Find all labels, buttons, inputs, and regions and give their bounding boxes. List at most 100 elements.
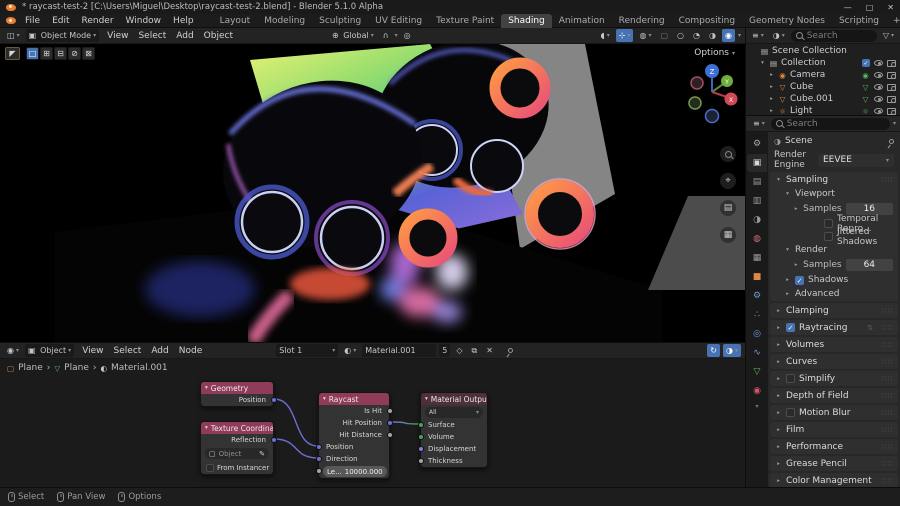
output-socket[interactable] <box>387 408 393 414</box>
visibility-eye-icon[interactable] <box>874 108 883 114</box>
panel-grip-icon[interactable]: ∷∷ <box>882 443 893 451</box>
panel-grip-icon[interactable]: ∷∷ <box>882 460 893 468</box>
node-row-all[interactable]: All▾ <box>421 405 487 419</box>
chevron-down-icon[interactable]: ▾ <box>759 60 766 66</box>
properties-tab-material[interactable]: ◉ <box>747 382 767 400</box>
tab-shading[interactable]: Shading <box>501 14 552 28</box>
viewport-menu-view[interactable]: View <box>102 31 133 41</box>
chevron-right-icon[interactable]: ▸ <box>768 108 775 114</box>
checkbox[interactable]: ✓ <box>795 276 804 285</box>
preview-shading-dropdown[interactable]: ◑▾ <box>723 344 741 357</box>
render-visibility-icon[interactable] <box>887 108 896 115</box>
tab-rendering[interactable]: Rendering <box>612 14 672 28</box>
eyedropper-icon[interactable]: ✎ <box>259 450 265 458</box>
chevron-right-icon[interactable]: ▸ <box>775 325 782 331</box>
chevron-right-icon[interactable]: ▸ <box>793 206 799 212</box>
tab-animation[interactable]: Animation <box>552 14 612 28</box>
filter-type-dropdown[interactable]: ◑▾ <box>770 29 788 42</box>
shading-dropdown[interactable]: ▾ <box>738 32 741 39</box>
outliner-item-scene-collection[interactable]: ▤Scene Collection <box>746 45 900 57</box>
chevron-down-icon[interactable]: ▾ <box>205 425 208 431</box>
proportional-edit-button[interactable]: ◎ <box>401 29 414 42</box>
property-film[interactable]: ▸Film∷∷ <box>770 422 898 437</box>
shading-material-button[interactable]: ◑ <box>706 29 719 42</box>
properties-options-dropdown[interactable]: ▾ <box>893 120 896 127</box>
chevron-right-icon[interactable]: ▸ <box>775 376 782 382</box>
material-name-field[interactable]: Material.001 <box>362 344 436 357</box>
input-socket[interactable] <box>418 434 424 440</box>
output-socket[interactable] <box>387 432 393 438</box>
navigation-gizmo[interactable]: Z Y X <box>685 60 739 132</box>
visibility-dropdown[interactable]: ◖▾ <box>598 29 613 42</box>
snap-magnet-button[interactable]: ∩ <box>380 29 392 42</box>
blender-menu-icon[interactable] <box>6 17 16 24</box>
chevron-right-icon[interactable]: ▸ <box>775 342 782 348</box>
options-dropdown[interactable]: Options▾ <box>694 48 735 58</box>
overlays-dropdown[interactable]: ◍▾ <box>636 29 654 42</box>
node-header[interactable]: ▾Geometry <box>201 382 273 394</box>
panel-grip-icon[interactable]: ∷∷ <box>882 375 893 383</box>
panel-grip-icon[interactable]: ∷∷ <box>882 176 893 184</box>
chevron-right-icon[interactable]: ▸ <box>768 96 775 102</box>
node-material-output[interactable]: ▾Material OutputAll▾SurfaceVolumeDisplac… <box>420 392 488 468</box>
outliner-item-collection[interactable]: ▾▤Collection✓ <box>746 57 900 69</box>
close-button[interactable]: ✕ <box>887 3 894 12</box>
select-mode-extend-button[interactable]: ⊞ <box>40 47 53 60</box>
node-texture-coordinate[interactable]: ▾Texture CoordinateReflection▢Object✎Fro… <box>200 421 274 475</box>
add-workspace-button[interactable]: + <box>886 14 900 28</box>
viewport-render[interactable] <box>0 44 745 342</box>
menu-help[interactable]: Help <box>168 16 199 26</box>
menu-render[interactable]: Render <box>77 16 119 26</box>
output-socket[interactable] <box>271 437 277 443</box>
property-volumes[interactable]: ▸Volumes∷∷ <box>770 337 898 352</box>
xray-toggle-button[interactable]: ▢ <box>657 29 671 42</box>
snap-dropdown[interactable]: ▾ <box>395 32 398 39</box>
pin-icon[interactable] <box>507 347 514 354</box>
shader-menu-node[interactable]: Node <box>174 346 208 356</box>
visibility-eye-icon[interactable] <box>874 96 883 102</box>
editor-type-button[interactable]: ◉▾ <box>4 344 22 357</box>
tab-texture-paint[interactable]: Texture Paint <box>429 14 501 28</box>
panel-grip-icon[interactable]: ∷∷ <box>882 324 893 332</box>
maximize-button[interactable]: □ <box>866 3 874 12</box>
property-grease-pencil[interactable]: ▸Grease Pencil∷∷ <box>770 456 898 471</box>
tab-scripting[interactable]: Scripting <box>832 14 886 28</box>
node-header[interactable]: ▾Texture Coordinate <box>201 422 273 434</box>
checkbox[interactable] <box>786 374 795 383</box>
shield-icon[interactable]: ◇ <box>453 344 465 357</box>
checkbox[interactable] <box>786 408 795 417</box>
value-field[interactable]: Le...10000.000 <box>323 466 387 477</box>
input-socket[interactable] <box>418 422 424 428</box>
property-viewport[interactable]: ▾Viewport <box>770 187 898 201</box>
properties-tab-render[interactable]: ▣ <box>747 154 767 172</box>
menu-edit[interactable]: Edit <box>47 16 74 26</box>
checkbox[interactable] <box>824 219 833 228</box>
menu-file[interactable]: File <box>20 16 45 26</box>
pin-icon[interactable] <box>888 138 895 145</box>
select-mode-intersect-button[interactable]: ⊠ <box>82 47 95 60</box>
input-socket[interactable] <box>418 458 424 464</box>
properties-tab-world[interactable]: ◍ <box>747 230 767 248</box>
chevron-right-icon[interactable]: ▸ <box>775 308 782 314</box>
visibility-eye-icon[interactable] <box>874 60 883 66</box>
node-header[interactable]: ▾Raycast <box>319 393 389 405</box>
property-simplify[interactable]: ▸Simplify∷∷ <box>770 371 898 386</box>
property-sampling[interactable]: ▾Sampling∷∷ <box>770 172 898 187</box>
properties-tab-tool[interactable]: ⚙ <box>747 135 767 153</box>
outliner-item-cube-001[interactable]: ▸▽Cube.001▽ <box>746 93 900 105</box>
chevron-down-icon[interactable]: ▾ <box>205 385 208 391</box>
properties-search-input[interactable]: Search <box>771 118 890 130</box>
properties-tab-scene[interactable]: ◑ <box>747 211 767 229</box>
gizmos-dropdown[interactable]: ⊹▾ <box>616 29 634 42</box>
auto-render-toggle-button[interactable]: ↻ <box>707 344 720 357</box>
tab-uv-editing[interactable]: UV Editing <box>368 14 429 28</box>
chevron-right-icon[interactable]: ▸ <box>775 461 782 467</box>
properties-tab-data[interactable]: ▽ <box>747 363 767 381</box>
properties-tab-physics[interactable]: ◎ <box>747 325 767 343</box>
outliner-item-cube[interactable]: ▸▽Cube▽ <box>746 81 900 93</box>
render-visibility-icon[interactable] <box>887 96 896 103</box>
node-row-objfield[interactable]: ▢Object✎ <box>201 446 273 461</box>
node-raycast[interactable]: ▾RaycastIs HitHit PositionHit DistancePo… <box>318 392 390 479</box>
property-performance[interactable]: ▸Performance∷∷ <box>770 439 898 454</box>
chevron-right-icon[interactable]: ▸ <box>775 478 782 484</box>
